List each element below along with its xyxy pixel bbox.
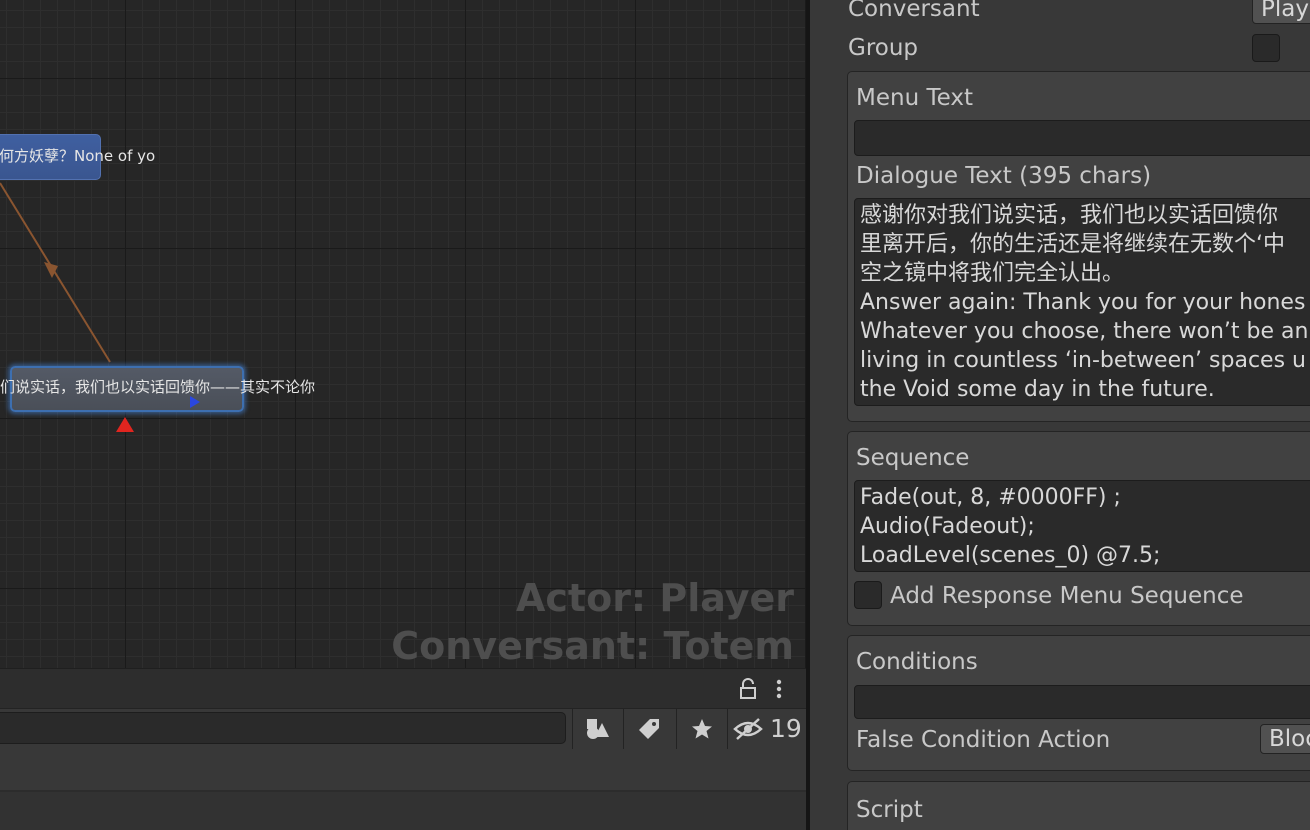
more-vertical-icon[interactable] <box>772 678 786 700</box>
hidden-items-button[interactable] <box>727 709 767 749</box>
sequence-text-area[interactable]: Fade(out, 8, #0000FF) ; Audio(Fadeout); … <box>854 480 1310 572</box>
group-label: Group <box>848 35 919 61</box>
dialogue-text-line: 感谢你对我们说实话，我们也以实话回馈你 <box>860 203 1279 228</box>
dialogue-text-line: Whatever you choose, there won’t be an <box>860 319 1309 344</box>
tag-filter-button[interactable] <box>623 709 673 749</box>
favorites-button[interactable] <box>676 709 726 749</box>
lower-panel <box>0 750 806 830</box>
false-condition-action-label: False Condition Action <box>856 727 1111 753</box>
dialogue-node-selected[interactable]: 们说实话，我们也以实话回馈你——其实不论你 <box>0 366 315 412</box>
false-condition-action-dropdown[interactable]: Bloc <box>1260 724 1310 754</box>
script-label: Script <box>856 797 923 823</box>
dialogue-text-line: the Void some day in the future. <box>860 377 1215 402</box>
add-response-menu-sequence-checkbox[interactable] <box>854 581 882 609</box>
conditions-field[interactable] <box>854 685 1310 719</box>
group-checkbox[interactable] <box>1252 34 1280 62</box>
eye-hidden-icon <box>732 718 763 740</box>
dialogue-node-text: 们说实话，我们也以实话回馈你——其实不论你 <box>0 378 316 396</box>
conversant-overlay-text: Conversant: Totem <box>391 624 794 668</box>
dialogue-text-line: 空之镜中将我们完全认出。 <box>860 261 1125 286</box>
add-response-menu-sequence-label: Add Response Menu Sequence <box>890 583 1244 609</box>
conversant-label: Conversant <box>848 0 980 22</box>
shapes-filter-button[interactable] <box>572 709 622 749</box>
panel-header-bar <box>0 668 806 710</box>
sequence-line: Audio(Fadeout); <box>860 514 1035 539</box>
dialogue-node[interactable]: 何方妖孽？None of yo <box>0 134 155 180</box>
inspector-panel: Conversant Play Group Menu Text Dialogue… <box>810 0 1310 830</box>
sequence-label: Sequence <box>856 445 970 471</box>
dialogue-text-line: 里离开后，你的生活还是将继续在无数个‘中 <box>860 232 1285 257</box>
dialogue-text-label: Dialogue Text (395 chars) <box>856 163 1152 189</box>
link-line <box>0 182 111 363</box>
node-input-arrow-icon[interactable] <box>116 417 134 432</box>
dialogue-text-line: Answer again: Thank you for your hones <box>860 290 1306 315</box>
lock-icon[interactable] <box>738 678 758 700</box>
menu-text-label: Menu Text <box>856 85 973 111</box>
star-icon <box>691 719 712 739</box>
conversant-dropdown[interactable]: Play <box>1252 0 1310 24</box>
conditions-label: Conditions <box>856 649 978 675</box>
conversation-graph-canvas[interactable]: 何方妖孽？None of yo 们说实话，我们也以实话回馈你——其实不论你 Ac… <box>0 0 806 668</box>
tag-icon <box>638 719 659 739</box>
actor-conversant-overlay: Actor: Player Conversant: Totem <box>391 574 794 668</box>
actor-overlay-text: Actor: Player <box>515 576 794 620</box>
node-output-arrow-icon[interactable] <box>190 396 200 408</box>
sequence-line: LoadLevel(scenes_0) @7.5; <box>860 543 1161 568</box>
dialogue-node-text: 何方妖孽？None of yo <box>0 147 156 165</box>
shapes-filter-icon <box>586 719 609 739</box>
node-links <box>0 182 111 363</box>
hidden-count-label: 19 <box>770 714 802 743</box>
dialogue-text-line: living in countless ‘in-between’ spaces … <box>860 348 1306 373</box>
menu-text-field[interactable] <box>854 120 1310 156</box>
sequence-line: Fade(out, 8, #0000FF) ; <box>860 485 1121 510</box>
dialogue-text-area[interactable]: 感谢你对我们说实话，我们也以实话回馈你 里离开后，你的生活还是将继续在无数个‘中… <box>854 198 1310 406</box>
search-input[interactable] <box>0 712 566 744</box>
